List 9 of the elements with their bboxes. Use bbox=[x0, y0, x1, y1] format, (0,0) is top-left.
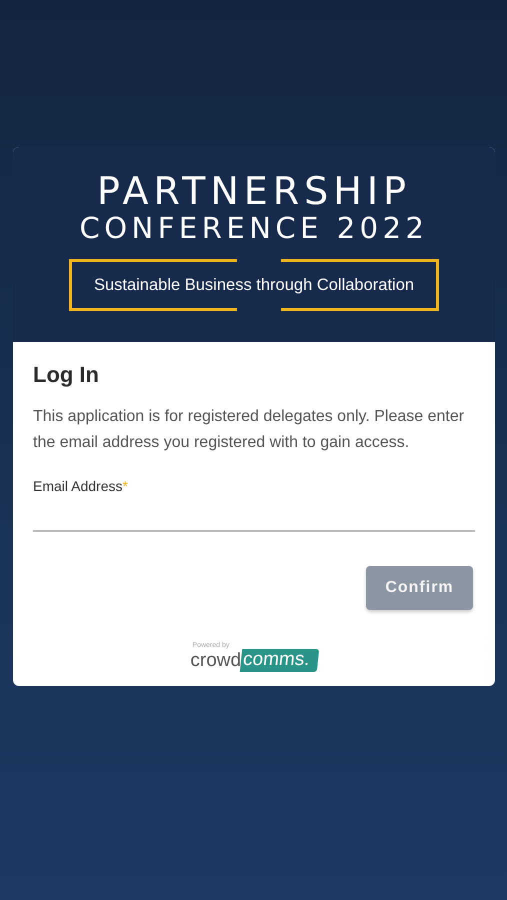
required-mark: * bbox=[122, 478, 128, 494]
tagline: Sustainable Business through Collaboration bbox=[94, 276, 414, 294]
login-heading: Log In bbox=[33, 362, 100, 388]
brand-text: crowd bbox=[190, 650, 242, 672]
login-description: This application is for registered delegates only. Please enter the email address you registered with to gain access. bbox=[33, 407, 466, 453]
email-label: Email Address bbox=[33, 478, 122, 494]
banner-subtitle: CONFERENCE 2022 bbox=[79, 211, 429, 245]
banner-title: PARTNERSHIP bbox=[97, 171, 411, 211]
brand-badge: comms. bbox=[240, 649, 319, 672]
